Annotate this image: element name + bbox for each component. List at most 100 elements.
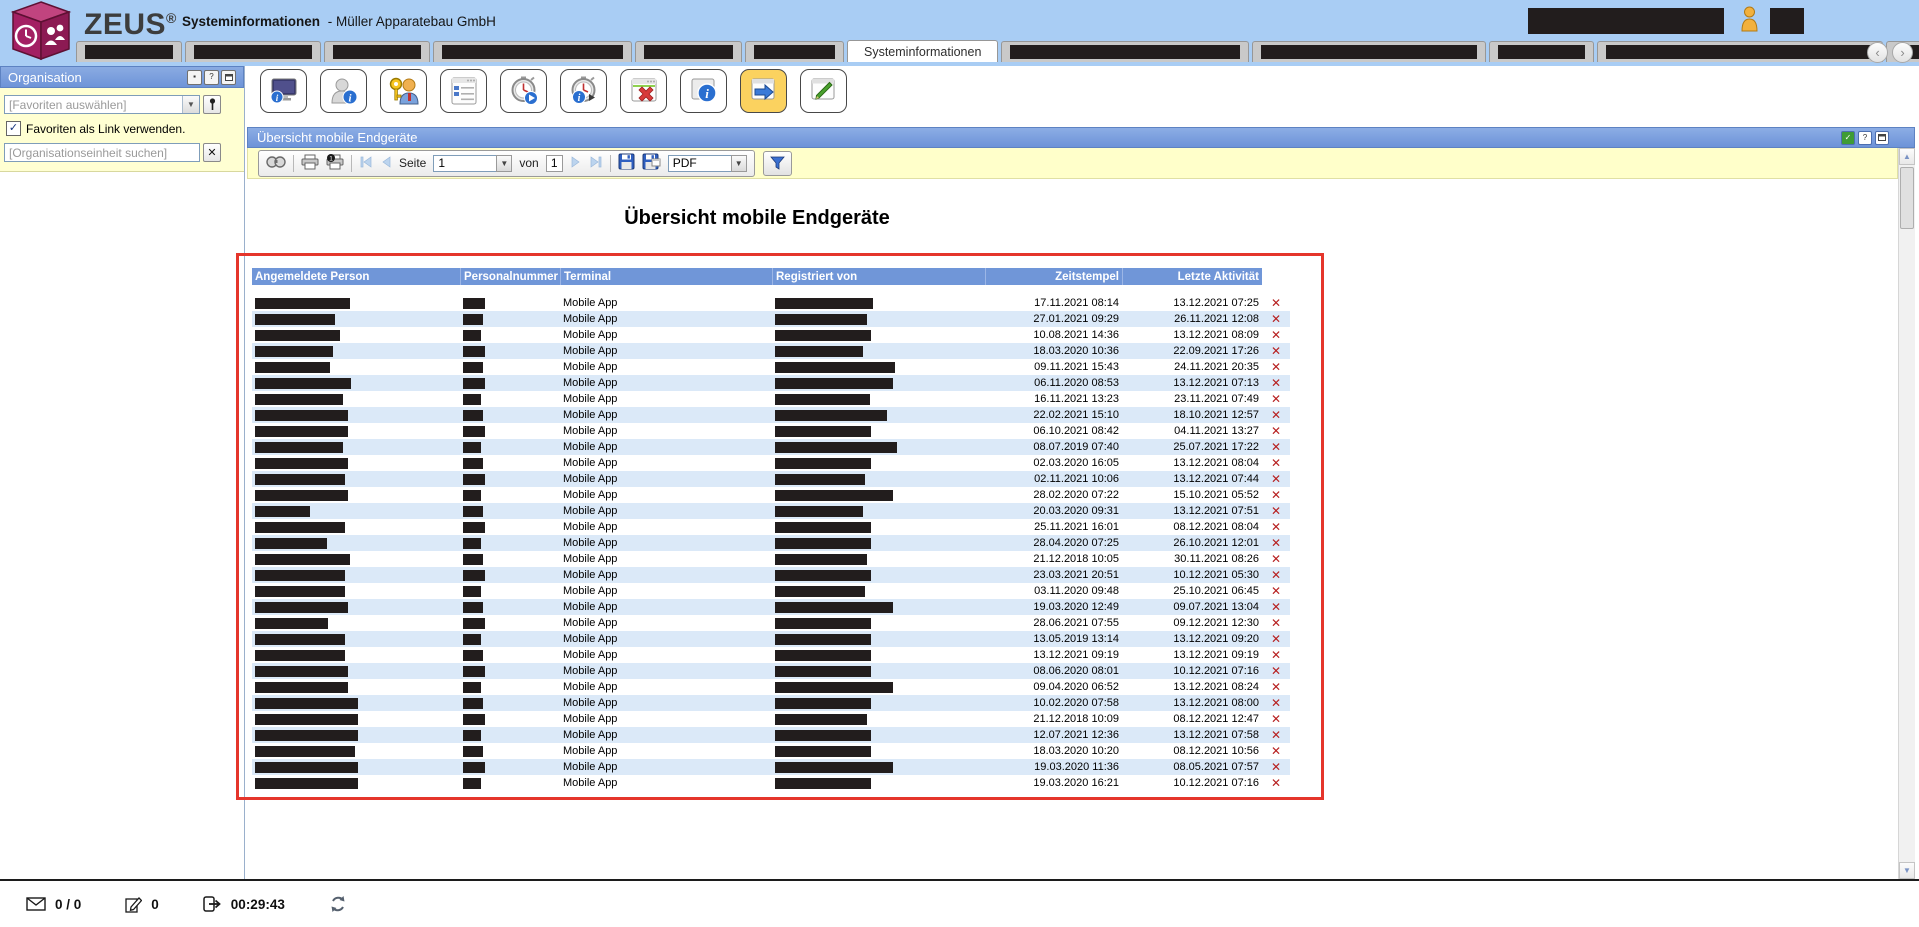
redacted-user-menu[interactable] (1770, 8, 1804, 34)
page-dropdown-icon[interactable]: ▼ (496, 155, 512, 172)
export-format-select[interactable]: PDF (668, 155, 732, 172)
tab-redacted[interactable] (76, 41, 182, 62)
delete-device-button[interactable]: ✕ (1271, 553, 1281, 565)
monitor-info-button[interactable]: i (260, 69, 307, 113)
delete-device-button[interactable]: ✕ (1271, 761, 1281, 773)
delete-device-button[interactable]: ✕ (1271, 601, 1281, 613)
edits-status[interactable]: 0 (125, 896, 159, 913)
time-status[interactable]: 00:29:43 (203, 896, 285, 912)
tab-redacted[interactable] (1001, 41, 1249, 62)
delete-device-button[interactable]: ✕ (1271, 457, 1281, 469)
report-scrollbar[interactable]: ▲ ▼ (1898, 148, 1915, 879)
print-current-page-button[interactable]: 1 (326, 154, 344, 173)
save-button[interactable] (618, 153, 635, 173)
export-button[interactable] (642, 153, 661, 173)
list-button[interactable] (440, 69, 487, 113)
delete-device-button[interactable]: ✕ (1271, 537, 1281, 549)
panel-help-icon[interactable]: ? (204, 70, 219, 85)
tab-redacted[interactable] (745, 41, 844, 62)
panel-help2-icon[interactable]: ? (1858, 131, 1872, 145)
tab-redacted[interactable] (185, 41, 321, 62)
print-button[interactable] (301, 154, 319, 173)
delete-device-button[interactable]: ✕ (1271, 633, 1281, 645)
window-info-button[interactable]: i (680, 69, 727, 113)
scrollbar-thumb[interactable] (1900, 167, 1914, 229)
delete-device-button[interactable]: ✕ (1271, 729, 1281, 741)
refresh-button[interactable] (329, 895, 347, 913)
last-page-button[interactable] (589, 156, 603, 171)
delete-device-button[interactable]: ✕ (1271, 361, 1281, 373)
folder-link-button[interactable] (740, 69, 787, 113)
delete-device-button[interactable]: ✕ (1271, 329, 1281, 341)
delete-device-button[interactable]: ✕ (1271, 409, 1281, 421)
col-letzte-aktivitaet[interactable]: Letzte Aktivität (1122, 268, 1262, 285)
delete-device-button[interactable]: ✕ (1271, 393, 1281, 405)
col-terminal[interactable]: Terminal (560, 268, 772, 285)
org-search-input[interactable]: [Organisationseinheit suchen] (4, 143, 200, 162)
delete-device-button[interactable]: ✕ (1271, 697, 1281, 709)
delete-device-button[interactable]: ✕ (1271, 489, 1281, 501)
delete-device-button[interactable]: ✕ (1271, 681, 1281, 693)
pin-button[interactable] (203, 95, 221, 114)
delete-device-button[interactable]: ✕ (1271, 617, 1281, 629)
delete-device-button[interactable]: ✕ (1271, 649, 1281, 661)
delete-device-button[interactable]: ✕ (1271, 345, 1281, 357)
col-personalnummer[interactable]: Personalnummer (460, 268, 560, 285)
first-page-button[interactable] (359, 156, 373, 171)
tab-scroll-left-icon[interactable]: ‹ (1867, 42, 1888, 63)
tab-redacted[interactable] (1597, 41, 1883, 62)
delete-device-button[interactable]: ✕ (1271, 521, 1281, 533)
chevron-down-icon[interactable]: ▼ (182, 96, 199, 113)
favorites-select[interactable]: [Favoriten auswählen] ▼ (4, 95, 200, 114)
favorites-link-checkbox[interactable]: ✓ (6, 121, 21, 136)
tab-systeminformationen[interactable]: Systeminformationen (847, 40, 998, 62)
col-registriert-von[interactable]: Registriert von (772, 268, 985, 285)
filter-button[interactable] (763, 151, 792, 176)
panel-dot-icon[interactable]: ▪ (187, 70, 202, 85)
page-number-input[interactable]: 1 (433, 155, 497, 172)
user-icon[interactable] (1740, 6, 1759, 37)
delete-device-button[interactable]: ✕ (1271, 569, 1281, 581)
delete-device-button[interactable]: ✕ (1271, 745, 1281, 757)
stopwatch-play-button[interactable] (500, 69, 547, 113)
panel-maximize-icon[interactable] (1875, 131, 1889, 145)
delete-device-button[interactable]: ✕ (1271, 777, 1281, 789)
delete-device-button[interactable]: ✕ (1271, 585, 1281, 597)
delete-device-button[interactable]: ✕ (1271, 313, 1281, 325)
delete-device-button[interactable]: ✕ (1271, 441, 1281, 453)
scroll-down-icon[interactable]: ▼ (1899, 862, 1915, 879)
col-zeitstempel[interactable]: Zeitstempel (985, 268, 1122, 285)
delete-device-button[interactable]: ✕ (1271, 713, 1281, 725)
next-page-button[interactable] (570, 156, 582, 171)
tab-redacted[interactable] (1489, 41, 1594, 62)
format-dropdown-icon[interactable]: ▼ (731, 155, 747, 172)
green-pen-button[interactable] (800, 69, 847, 113)
zeitstempel-cell: 19.03.2020 11:36 (985, 759, 1122, 775)
delete-device-button[interactable]: ✕ (1271, 425, 1281, 437)
print-preview-button[interactable] (266, 155, 286, 172)
key-user-button[interactable] (380, 69, 427, 113)
window-delete-button[interactable] (620, 69, 667, 113)
col-angemeldete-person[interactable]: Angemeldete Person (252, 268, 460, 285)
scroll-up-icon[interactable]: ▲ (1899, 148, 1915, 165)
stopwatch-info-button[interactable]: i (560, 69, 607, 113)
delete-device-button[interactable]: ✕ (1271, 297, 1281, 309)
tab-redacted[interactable] (1252, 41, 1486, 62)
delete-cell: ✕ (1262, 423, 1290, 439)
delete-device-button[interactable]: ✕ (1271, 665, 1281, 677)
tab-redacted[interactable] (433, 41, 632, 62)
delete-device-button[interactable]: ✕ (1271, 473, 1281, 485)
delete-device-button[interactable]: ✕ (1271, 377, 1281, 389)
terminal-cell: Mobile App (560, 519, 772, 535)
tab-redacted[interactable] (635, 41, 742, 62)
panel-refresh-icon[interactable]: ✓ (1841, 131, 1855, 145)
prev-page-button[interactable] (380, 156, 392, 171)
tab-redacted[interactable] (324, 41, 430, 62)
clear-search-button[interactable]: ✕ (203, 143, 221, 162)
messages-status[interactable]: 0 / 0 (26, 897, 81, 912)
tab-scroll-right-icon[interactable]: › (1892, 42, 1913, 63)
delete-device-button[interactable]: ✕ (1271, 505, 1281, 517)
zeitstempel-cell: 10.08.2021 14:36 (985, 327, 1122, 343)
user-info-button[interactable]: i (320, 69, 367, 113)
panel-window-icon[interactable] (221, 70, 236, 85)
